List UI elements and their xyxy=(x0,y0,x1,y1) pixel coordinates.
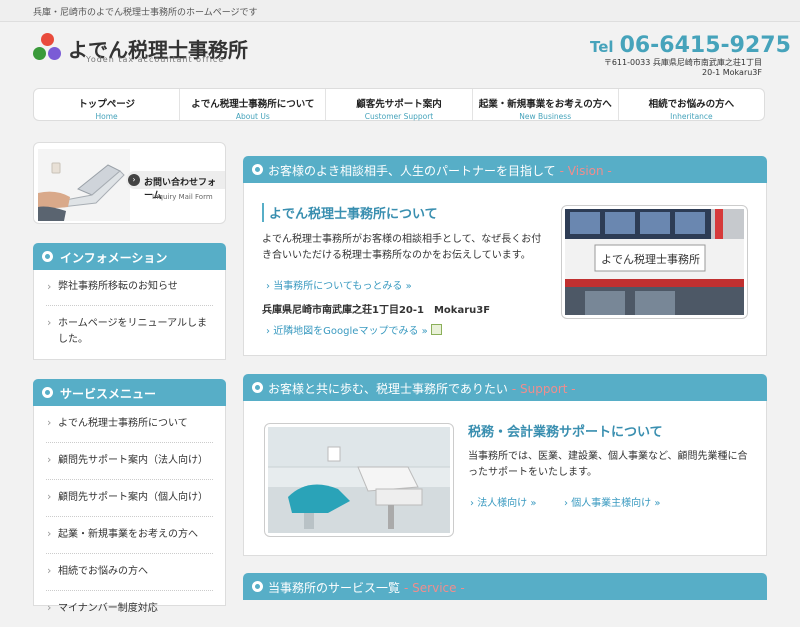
circle-bullet-icon xyxy=(252,382,263,393)
global-nav: トップページ Home よでん税理士事務所について About Us 顧客先サポート… xyxy=(33,88,765,121)
service-menu-heading-text: サービスメニュー xyxy=(60,387,157,401)
nav-label: 顧客先サポート案内 xyxy=(356,99,442,110)
nav-label-en: Inheritance xyxy=(670,112,713,121)
service-menu-item[interactable]: よでん税理士事務所について xyxy=(46,406,213,443)
tel-number: 06-6415-9275 xyxy=(619,33,791,58)
nav-item-support[interactable]: 顧客先サポート案内 Customer Support xyxy=(326,89,473,121)
support-heading-en: - Support - xyxy=(511,382,576,396)
header-address-line2: 20-1 Mokaru3F xyxy=(702,68,762,77)
service-heading: 当事務所のサービス一覧 - Service - xyxy=(243,573,767,600)
circle-bullet-icon xyxy=(252,164,263,175)
service-heading-en: - Service - xyxy=(404,581,465,595)
vision-heading-jp: お客様のよき相談相手、人生のパートナーを目指して xyxy=(268,164,556,178)
support-body: 当事務所では、医業、建設業、個人事業など、顧問先業種に合ったサポートをいたします… xyxy=(468,451,748,478)
nav-label: 相続でお悩みの方へ xyxy=(648,99,735,110)
dental-clinic-image xyxy=(268,427,450,533)
info-item[interactable]: 弊社事務所移転のお知らせ xyxy=(46,270,213,306)
arrow-right-icon: › xyxy=(128,174,140,186)
support-heading-jp: お客様と共に歩む、税理士事務所でありたい xyxy=(268,382,508,396)
nav-item-inheritance[interactable]: 相続でお悩みの方へ Inheritance xyxy=(619,89,764,121)
office-address: 兵庫県尼崎市南武庫之荘1丁目20-1 Mokaru3F xyxy=(262,305,491,316)
tel-label: Tel xyxy=(590,38,614,56)
map-link[interactable]: › 近隣地図をGoogleマップでみる » xyxy=(266,322,442,337)
service-heading-jp: 当事務所のサービス一覧 xyxy=(268,581,401,595)
support-section: 税務・会計業務サポートについて 当事務所では、医業、建設業、個人事業など、顧問先… xyxy=(243,401,767,556)
brand-subtitle: Yoden tax accountant office xyxy=(86,55,225,64)
logo-icon[interactable] xyxy=(33,33,63,63)
vision-section: よでん税理士事務所について よでん税理士事務所がお客様の相談相手として、なぜ長く… xyxy=(243,183,767,356)
building-image: よでん税理士事務所 xyxy=(565,209,744,315)
nav-label: よでん税理士事務所について xyxy=(191,99,315,110)
about-title[interactable]: よでん税理士事務所について xyxy=(262,203,438,222)
nav-item-about[interactable]: よでん税理士事務所について About Us xyxy=(180,89,327,121)
inquiry-banner[interactable]: › お問い合わせフォーム Inquiry Mail Form xyxy=(33,142,226,224)
service-menu-heading: サービスメニュー xyxy=(33,379,226,406)
service-heading-text: 当事務所のサービス一覧 - Service - xyxy=(268,579,465,596)
individual-link[interactable]: › 個人事業主様向け » xyxy=(564,494,660,509)
top-bar-text: 兵庫・尼崎市のよでん税理士事務所のホームページです xyxy=(33,8,258,18)
service-menu-item[interactable]: 起業・新規事業をお考えの方へ xyxy=(46,517,213,554)
service-menu-list: よでん税理士事務所について 顧問先サポート案内（法人向け） 顧問先サポート案内（… xyxy=(33,406,226,616)
nav-item-home[interactable]: トップページ Home xyxy=(34,89,181,121)
info-heading: インフォメーション xyxy=(33,243,226,270)
nav-label-en: About Us xyxy=(235,112,270,121)
info-item[interactable]: ホームページをリニューアルしました。 xyxy=(46,306,213,358)
nav-label-en: New Business xyxy=(519,112,572,121)
nav-label-en: Home xyxy=(95,112,118,121)
clinic-photo xyxy=(264,423,454,537)
phone-number: Tel 06-6415-9275 xyxy=(590,33,791,58)
header-address-line1: 〒611-0033 兵庫県尼崎市南武庫之荘1丁目 xyxy=(603,58,762,67)
nav-item-new-business[interactable]: 起業・新規事業をお考えの方へ New Business xyxy=(473,89,619,121)
about-more-link[interactable]: › 当事務所についてもっとみる » xyxy=(266,277,412,292)
service-menu-item[interactable]: マイナンバー制度対応 xyxy=(46,591,213,627)
map-icon xyxy=(430,324,442,335)
info-list: 弊社事務所移転のお知らせ ホームページをリニューアルしました。 xyxy=(33,270,226,360)
support-heading: お客様と共に歩む、税理士事務所でありたい - Support - xyxy=(243,374,767,401)
support-heading-text: お客様と共に歩む、税理士事務所でありたい - Support - xyxy=(268,380,576,397)
nav-label-en: Customer Support xyxy=(364,112,434,121)
nav-label: 起業・新規事業をお考えの方へ xyxy=(478,99,612,110)
service-menu-item[interactable]: 顧問先サポート案内（個人向け） xyxy=(46,480,213,517)
top-bar: 兵庫・尼崎市のよでん税理士事務所のホームページです xyxy=(0,0,800,22)
about-more-link-text: 当事務所についてもっとみる » xyxy=(273,281,412,292)
office-building-photo: よでん税理士事務所 xyxy=(561,205,748,319)
circle-bullet-icon xyxy=(42,387,53,398)
vision-heading-en: - Vision - xyxy=(559,164,612,178)
vision-heading: お客様のよき相談相手、人生のパートナーを目指して - Vision - xyxy=(243,156,767,183)
laptop-photo-icon xyxy=(38,149,130,221)
info-heading-text: インフォメーション xyxy=(60,251,168,265)
circle-bullet-icon xyxy=(42,251,53,262)
nav-label: トップページ xyxy=(78,99,135,110)
inquiry-subtitle: Inquiry Mail Form xyxy=(152,193,213,201)
about-body: よでん税理士事務所がお客様の相談相手として、なぜ長くお付き合いいただける税理士事… xyxy=(262,234,542,261)
circle-bullet-icon xyxy=(252,581,263,592)
service-menu-item[interactable]: 顧問先サポート案内（法人向け） xyxy=(46,443,213,480)
support-title[interactable]: 税務・会計業務サポートについて xyxy=(468,421,663,440)
svg-text:よでん税理士事務所: よでん税理士事務所 xyxy=(601,252,700,266)
vision-heading-text: お客様のよき相談相手、人生のパートナーを目指して - Vision - xyxy=(268,162,612,179)
corporate-link-text: 法人様向け » xyxy=(477,498,537,509)
individual-link-text: 個人事業主様向け » xyxy=(571,498,661,509)
corporate-link[interactable]: › 法人様向け » xyxy=(470,494,536,509)
map-link-text: 近隣地図をGoogleマップでみる » xyxy=(273,326,428,337)
service-menu-item[interactable]: 相続でお悩みの方へ xyxy=(46,554,213,591)
